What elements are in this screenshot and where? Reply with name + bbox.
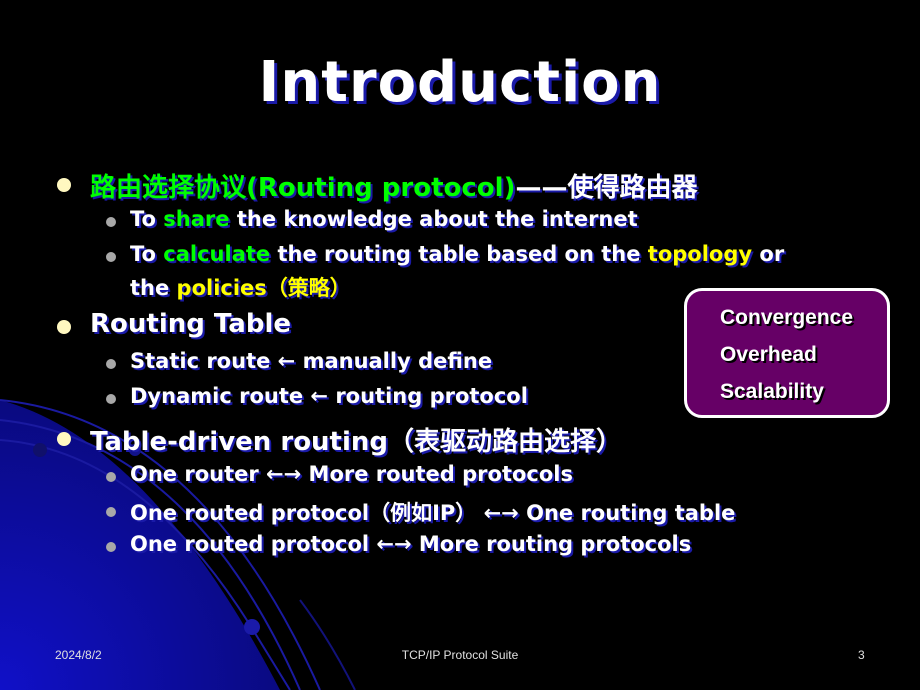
orbit-line [299, 599, 356, 690]
text-segment: Dynamic route ← routing protocol [130, 384, 528, 408]
sub-bullet-dot-icon [106, 217, 116, 227]
sub-bullet-share: To share the knowledge about the interne… [130, 207, 638, 231]
text-segment: policies（策略） [176, 276, 351, 300]
slide-title: Introduction [258, 50, 662, 115]
text-segment: ——使得路由器 [515, 173, 698, 203]
orbit-dot [33, 443, 47, 457]
bullet-routing-protocol: 路由选择协议(Routing protocol)——使得路由器 [90, 167, 697, 204]
sub-bullet-one-routed-protocol-table: One routed protocol（例如IP） ←→ One routing… [130, 497, 735, 527]
sub-bullet-dot-icon [106, 252, 116, 262]
bullet-dot-icon [57, 432, 71, 446]
text-segment: topology [647, 242, 753, 266]
text-segment: calculate [163, 242, 271, 266]
text-segment: the [130, 276, 177, 300]
footer-page-number: 3 [858, 648, 865, 662]
text-segment: One router ←→ More routed protocols [130, 462, 573, 486]
text-segment: 路由选择协议(Routing protocol) [90, 173, 516, 203]
footer-title: TCP/IP Protocol Suite [401, 648, 519, 662]
slide: Introduction 路由选择协议(Routing protocol)——使… [0, 0, 920, 690]
text-segment: Static route ← manually define [130, 349, 493, 373]
bullet-routing-table: Routing Table [90, 309, 291, 339]
callout-item-scalability: Scalability [720, 380, 824, 403]
callout-item-overhead: Overhead [720, 343, 817, 366]
sub-bullet-calculate: To calculate the routing table based on … [130, 242, 784, 266]
sub-bullet-one-router: One router ←→ More routed protocols [130, 462, 573, 486]
orbit-dot [244, 619, 260, 635]
sub-bullet-static-route: Static route ← manually define [130, 349, 492, 373]
text-segment: or [752, 242, 785, 266]
sub-bullet-one-routed-protocol-more: One routed protocol ←→ More routing prot… [130, 532, 691, 556]
sub-bullet-dot-icon [106, 542, 116, 552]
text-segment: Routing Table [90, 309, 291, 339]
text-segment: the knowledge about the internet [229, 207, 638, 231]
bullet-dot-icon [57, 178, 71, 192]
text-segment: Table-driven routing（表驱动路由选择） [90, 427, 623, 457]
callout-box: Convergence Overhead Scalability [684, 288, 890, 418]
text-segment: To [130, 242, 164, 266]
text-segment: the routing table based on the [270, 242, 648, 266]
bullet-table-driven-routing: Table-driven routing（表驱动路由选择） [90, 421, 622, 458]
sub-bullet-calculate-continuation: the policies（策略） [130, 272, 351, 302]
callout-item-convergence: Convergence [720, 306, 854, 329]
sub-bullet-dot-icon [106, 359, 116, 369]
bullet-dot-icon [57, 320, 71, 334]
sub-bullet-dot-icon [106, 507, 116, 517]
text-segment: share [163, 207, 230, 231]
text-segment: To [130, 207, 164, 231]
sub-bullet-dot-icon [106, 472, 116, 482]
text-segment: One routed protocol ←→ More routing prot… [130, 532, 692, 556]
sub-bullet-dot-icon [106, 394, 116, 404]
text-segment: One routed protocol（例如IP） ←→ One routing… [130, 501, 736, 525]
sub-bullet-dynamic-route: Dynamic route ← routing protocol [130, 384, 528, 408]
